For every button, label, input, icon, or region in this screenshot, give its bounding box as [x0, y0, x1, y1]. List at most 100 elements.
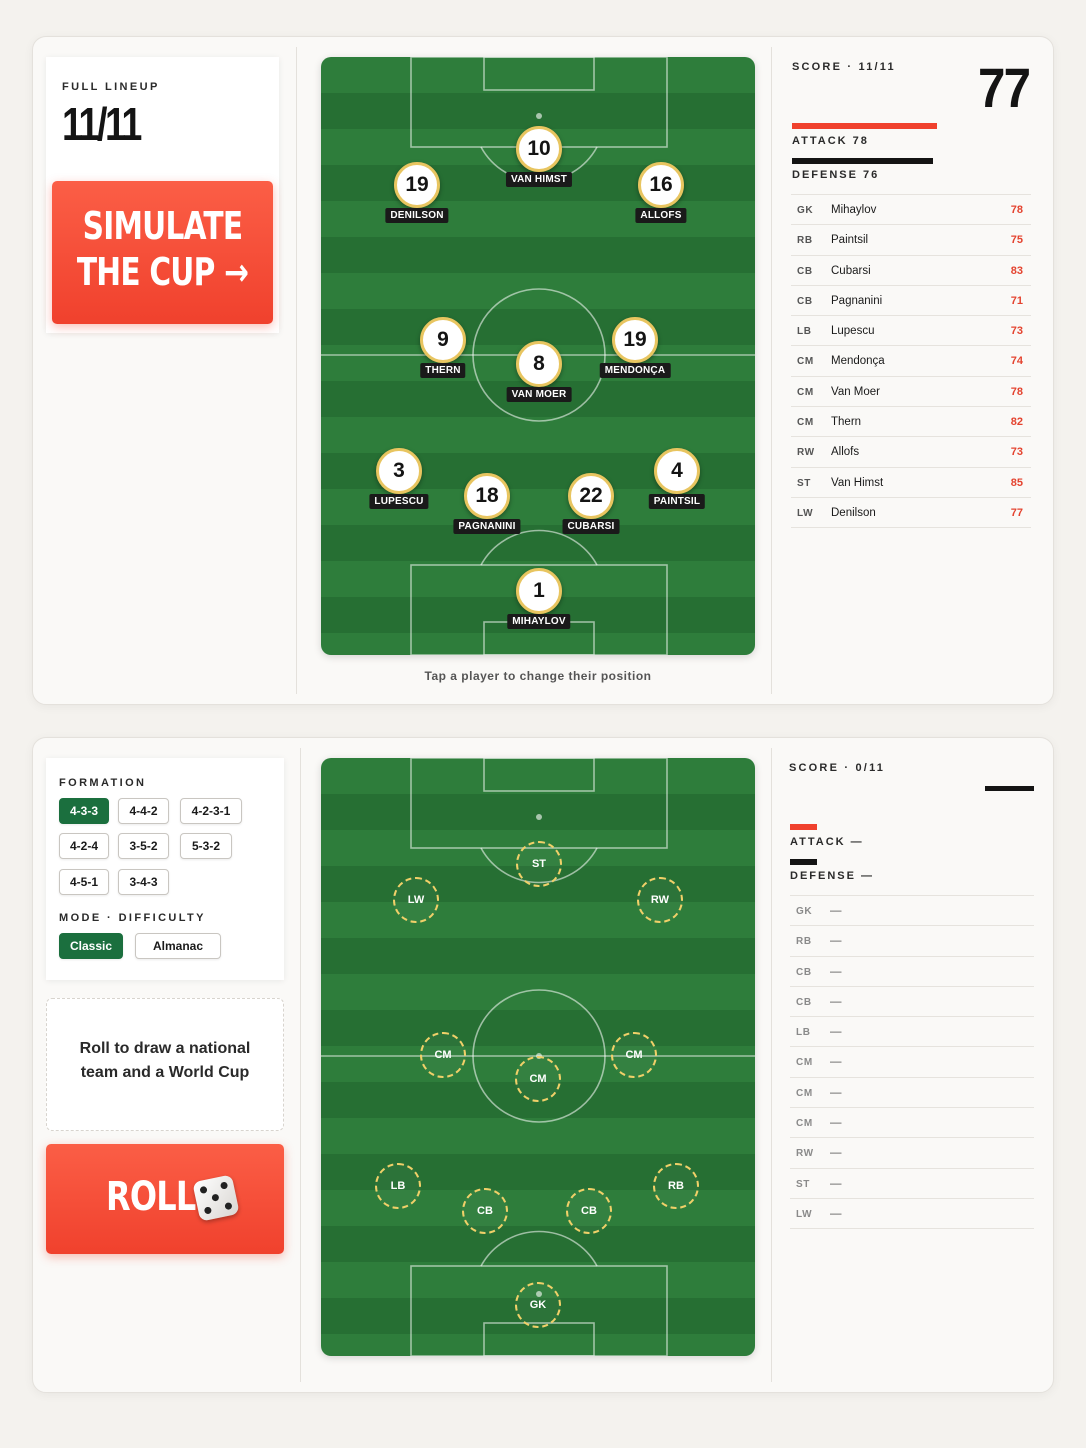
position-slot[interactable]: CM: [611, 1032, 657, 1078]
rating-row: CM —: [790, 1107, 1034, 1137]
rating-position: RB: [796, 936, 812, 948]
position-slot[interactable]: LB: [375, 1163, 421, 1209]
position-slot[interactable]: RW: [637, 877, 683, 923]
rating-value: 73: [1010, 446, 1023, 459]
rating-player: Mihaylov: [831, 204, 877, 216]
rating-player: —: [830, 1207, 842, 1220]
rating-position: CB: [796, 966, 812, 978]
rating-row: CM —: [790, 1046, 1034, 1076]
player-token[interactable]: 1 MIHAYLOV: [489, 556, 589, 636]
rating-position: CM: [796, 1087, 813, 1099]
rating-player: Thern: [831, 416, 862, 429]
rating-position: CM: [796, 1057, 813, 1069]
roll-button[interactable]: ROLL: [46, 1144, 284, 1254]
rating-row: RW Allofs 73: [791, 436, 1031, 466]
position-slot[interactable]: RB: [653, 1163, 699, 1209]
mode-option[interactable]: Classic: [59, 933, 123, 959]
roll-label: ROLL: [106, 1174, 196, 1220]
player-token[interactable]: 8 VAN MOER: [489, 329, 589, 409]
formation-option[interactable]: 4-3-3: [59, 798, 109, 824]
score-label: SCORE · 0/11: [789, 762, 886, 774]
rating-row: CM Thern 82: [791, 406, 1031, 436]
rating-player: Pagnanini: [831, 294, 883, 307]
rating-position: CM: [797, 417, 814, 429]
roll-message-box: Roll to draw a national team and a World…: [46, 998, 284, 1131]
player-number: 9: [420, 317, 466, 363]
score-label: SCORE · 11/11: [792, 61, 896, 73]
mode-label: MODE · DIFFICULTY: [59, 912, 206, 924]
rating-player: —: [830, 965, 842, 978]
rating-value: 75: [1010, 234, 1023, 247]
formation-option[interactable]: 5-3-2: [180, 833, 232, 859]
lineup-count: 11/11: [62, 98, 142, 150]
player-token[interactable]: 19 DENILSON: [367, 150, 467, 230]
player-token[interactable]: 18 PAGNANINI: [437, 461, 537, 541]
simulate-line-2: THE CUP →: [76, 250, 249, 294]
formation-option[interactable]: 4-2-4: [59, 833, 109, 859]
player-token[interactable]: 16 ALLOFS: [611, 150, 711, 230]
position-slot[interactable]: CB: [462, 1188, 508, 1234]
rating-value: 77: [1010, 506, 1023, 519]
rating-row: LW Denilson 77: [791, 496, 1031, 527]
rating-player: —: [830, 935, 842, 948]
table-end: [791, 527, 1031, 529]
defense-bar: [790, 859, 817, 865]
player-token[interactable]: 10 VAN HIMST: [489, 114, 589, 194]
dice-icon: [192, 1174, 240, 1222]
roll-message: Roll to draw a national team and a World…: [79, 1040, 251, 1081]
player-token[interactable]: 4 PAINTSIL: [627, 436, 727, 516]
rating-row: CB —: [790, 985, 1034, 1016]
formation-option[interactable]: 3-4-3: [118, 869, 169, 895]
rating-player: Van Himst: [831, 476, 884, 489]
rating-row: ST —: [790, 1167, 1034, 1198]
rating-position: CM: [797, 386, 814, 398]
rating-player: Mendonça: [831, 355, 885, 368]
player-token[interactable]: 9 THERN: [393, 305, 493, 385]
position-slot[interactable]: GK: [515, 1282, 561, 1328]
player-number: 1: [516, 568, 562, 614]
player-token[interactable]: 3 LUPESCU: [349, 436, 449, 516]
rating-row: CM Van Moer 78: [791, 375, 1031, 406]
pitch-full: 10 VAN HIMST 19 DENILSON 16 ALLOFS 9 THERN 8 VAN …: [321, 57, 755, 655]
rating-position: RB: [797, 235, 813, 247]
player-number: 19: [394, 162, 440, 208]
rating-player: —: [830, 1147, 842, 1160]
defense-label: DEFENSE 76: [792, 169, 880, 181]
player-token[interactable]: 22 CUBARSI: [541, 461, 641, 541]
player-number: 4: [654, 448, 700, 494]
position-slot[interactable]: LW: [393, 877, 439, 923]
position-slot[interactable]: ST: [516, 841, 562, 887]
player-number: 22: [568, 473, 614, 519]
rating-position: GK: [796, 906, 813, 917]
rating-value: 78: [1010, 204, 1023, 216]
settings-panel: FORMATION 4-3-3 4-4-2 4-2-3-1 4-2-4 3-5-2 5-3…: [46, 758, 284, 980]
position-slot[interactable]: CM: [515, 1056, 561, 1102]
position-slot[interactable]: CB: [566, 1188, 612, 1234]
rating-row: RB Paintsil 75: [791, 224, 1031, 254]
player-name: DENILSON: [385, 208, 449, 223]
formation-option[interactable]: 4-4-2: [118, 798, 169, 824]
mode-option[interactable]: Almanac: [135, 933, 221, 959]
rating-row: LB Lupescu 73: [791, 315, 1031, 345]
rating-row: CB Cubarsi 83: [791, 254, 1031, 285]
rating-row: LW —: [790, 1197, 1034, 1228]
rating-value: 71: [1010, 294, 1023, 307]
simulate-cup-button[interactable]: SIMULATE THE CUP →: [52, 181, 273, 324]
player-name: PAINTSIL: [648, 494, 706, 509]
score-placeholder: [985, 786, 1034, 791]
rating-player: Lupescu: [831, 325, 875, 338]
player-token[interactable]: 19 MENDONÇA: [585, 305, 685, 385]
lineup-panel: FULL LINEUP 11/11 SIMULATE THE CUP →: [46, 57, 279, 333]
formation-option[interactable]: 4-2-3-1: [180, 798, 242, 824]
rating-position: RW: [797, 447, 815, 459]
rating-value: 85: [1010, 476, 1023, 489]
rating-player: Van Moer: [831, 385, 881, 398]
attack-bar: [790, 824, 817, 830]
rating-position: RW: [796, 1148, 814, 1160]
position-slot[interactable]: CM: [420, 1032, 466, 1078]
divider: [300, 748, 301, 1382]
rating-position: LB: [797, 326, 812, 338]
formation-option[interactable]: 3-5-2: [118, 833, 169, 859]
formation-option[interactable]: 4-5-1: [59, 869, 109, 895]
player-number: 18: [464, 473, 510, 519]
